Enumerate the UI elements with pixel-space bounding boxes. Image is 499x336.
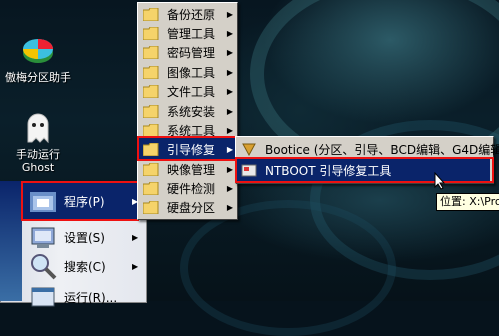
folder-icon	[142, 45, 159, 59]
folder-icon	[142, 65, 159, 79]
start-item-label: 运行(R)...	[64, 290, 118, 305]
programs-folder-icon	[28, 186, 58, 216]
submenu-arrow-icon: ▶	[226, 183, 234, 193]
submenu-arrow-icon: ▶	[132, 232, 139, 242]
folder-icon	[142, 26, 159, 40]
folder-icon	[142, 7, 159, 21]
start-item-programs[interactable]: 程序(P) ▶	[22, 183, 144, 219]
menu-item-label: 文件工具	[167, 84, 216, 99]
menu-item-ntboot[interactable]: NTBOOT 引导修复工具	[237, 159, 490, 181]
folder-icon	[142, 142, 159, 156]
menu-item-boot-repair[interactable]: 引导修复 ▶	[139, 138, 236, 160]
menu-item-label: 硬盘分区	[167, 200, 216, 215]
ghost-icon	[20, 110, 56, 146]
submenu-arrow-icon: ▶	[226, 125, 234, 135]
folder-icon	[142, 84, 159, 98]
start-item-label: 搜索(C)	[64, 259, 106, 274]
menu-item-label: 系统工具	[167, 123, 216, 138]
folder-icon	[142, 162, 159, 176]
folder-icon	[142, 181, 159, 195]
menu-item-label: 密码管理	[167, 45, 216, 60]
submenu-arrow-icon: ▶	[226, 86, 234, 96]
menu-item-disk-partition[interactable]: 硬盘分区 ▶	[139, 196, 236, 218]
submenu-arrow-icon: ▶	[226, 9, 234, 19]
menu-item-label: NTBOOT 引导修复工具	[265, 163, 392, 178]
menu-item-password-management[interactable]: 密码管理 ▶	[139, 41, 236, 63]
menu-item-file-tools[interactable]: 文件工具 ▶	[139, 80, 236, 102]
desktop-icon-partition-assistant[interactable]: 傲梅分区助手	[3, 33, 73, 84]
submenu-arrow-icon: ▶	[226, 202, 234, 212]
desktop-icon-ghost[interactable]: 手动运行 Ghost	[3, 110, 73, 174]
submenu-arrow-icon: ▶	[226, 67, 234, 77]
location-tooltip: 位置: X:\Prog	[436, 193, 499, 211]
desktop-icon-label: 手动运行 Ghost	[16, 148, 60, 174]
bootice-icon	[241, 143, 257, 156]
run-icon	[28, 282, 58, 312]
menu-item-label: 映像管理	[167, 162, 216, 177]
submenu-arrow-icon: ▶	[226, 106, 234, 116]
start-item-run[interactable]: 运行(R)...	[22, 279, 144, 315]
menu-item-label: Bootice (分区、引导、BCD编辑、G4D编辑)	[265, 142, 499, 157]
folder-icon	[142, 200, 159, 214]
submenu-arrow-icon: ▶	[226, 28, 234, 38]
start-item-label: 设置(S)	[64, 230, 105, 245]
menu-item-label: 备份还原	[167, 7, 216, 22]
submenu-arrow-icon: ▶	[132, 261, 139, 271]
menu-item-bootice[interactable]: Bootice (分区、引导、BCD编辑、G4D编辑)	[237, 138, 499, 160]
partition-assistant-icon	[20, 33, 56, 69]
mouse-cursor-icon	[434, 171, 446, 193]
start-item-label: 程序(P)	[64, 194, 105, 209]
submenu-arrow-icon: ▶	[226, 47, 234, 57]
menu-item-label: 硬件检测	[167, 181, 216, 196]
desktop-icon-label: 傲梅分区助手	[5, 71, 71, 84]
menu-item-label: 图像工具	[167, 65, 216, 80]
menu-item-label: 引导修复	[167, 142, 216, 157]
ntboot-icon	[241, 164, 257, 177]
folder-icon	[142, 123, 159, 137]
start-menu-sidebar	[0, 181, 22, 301]
folder-icon	[142, 104, 159, 118]
menu-item-label: 管理工具	[167, 26, 216, 41]
search-icon	[28, 251, 58, 281]
menu-item-label: 系统安装	[167, 104, 216, 119]
